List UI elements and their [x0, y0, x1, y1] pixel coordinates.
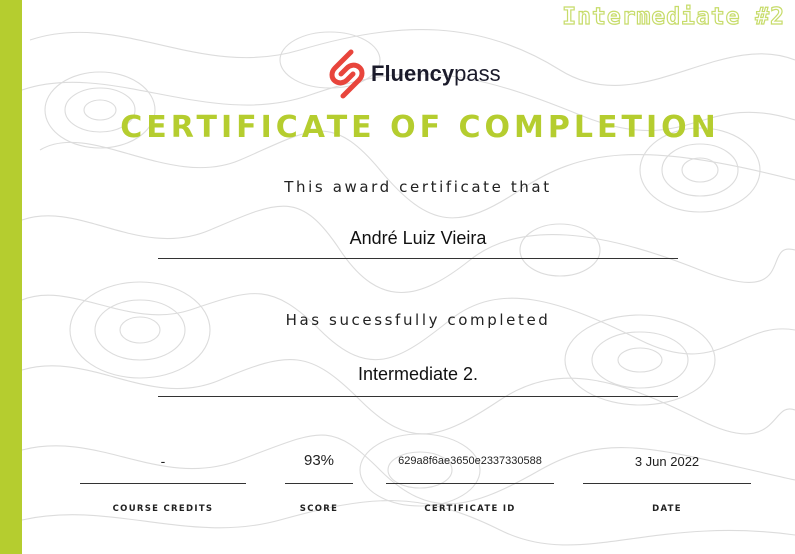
date-label: DATE — [652, 504, 682, 514]
certificate-title: CERTIFICATE OF COMPLETION — [120, 110, 720, 145]
certificate-id-underline — [386, 483, 554, 484]
score-underline — [285, 483, 353, 484]
completed-line: Has sucessfully completed — [285, 311, 551, 329]
level-tag: Intermediate #2 — [562, 3, 785, 30]
brand-logo: Fluencypass — [327, 48, 501, 100]
recipient-name: André Luiz Vieira — [349, 228, 487, 248]
certificate-id-value: 629a8f6ae3650e2337330588 — [398, 455, 542, 467]
fluencypass-logo-icon — [329, 49, 365, 99]
course-name: Intermediate 2. — [357, 364, 479, 384]
recipient-underline — [158, 258, 678, 259]
accent-side-bar — [0, 0, 22, 554]
brand-name-bold: Fluency — [371, 61, 455, 86]
certificate-id-label: CERTIFICATE ID — [424, 504, 516, 514]
award-line: This award certificate that — [284, 178, 552, 196]
certificate: Intermediate #2 Fluencypass CERTIFICATE … — [0, 0, 795, 554]
score-value: 93% — [303, 452, 335, 469]
course-credits-value: - — [160, 453, 166, 469]
date-value: 3 Jun 2022 — [634, 454, 700, 469]
course-underline — [158, 396, 678, 397]
score-label: SCORE — [299, 504, 339, 514]
course-credits-underline — [80, 483, 246, 484]
brand-name: Fluencypass — [371, 61, 501, 87]
brand-name-light: pass — [454, 61, 501, 86]
date-underline — [583, 483, 751, 484]
course-credits-label: COURSE CREDITS — [112, 504, 214, 514]
